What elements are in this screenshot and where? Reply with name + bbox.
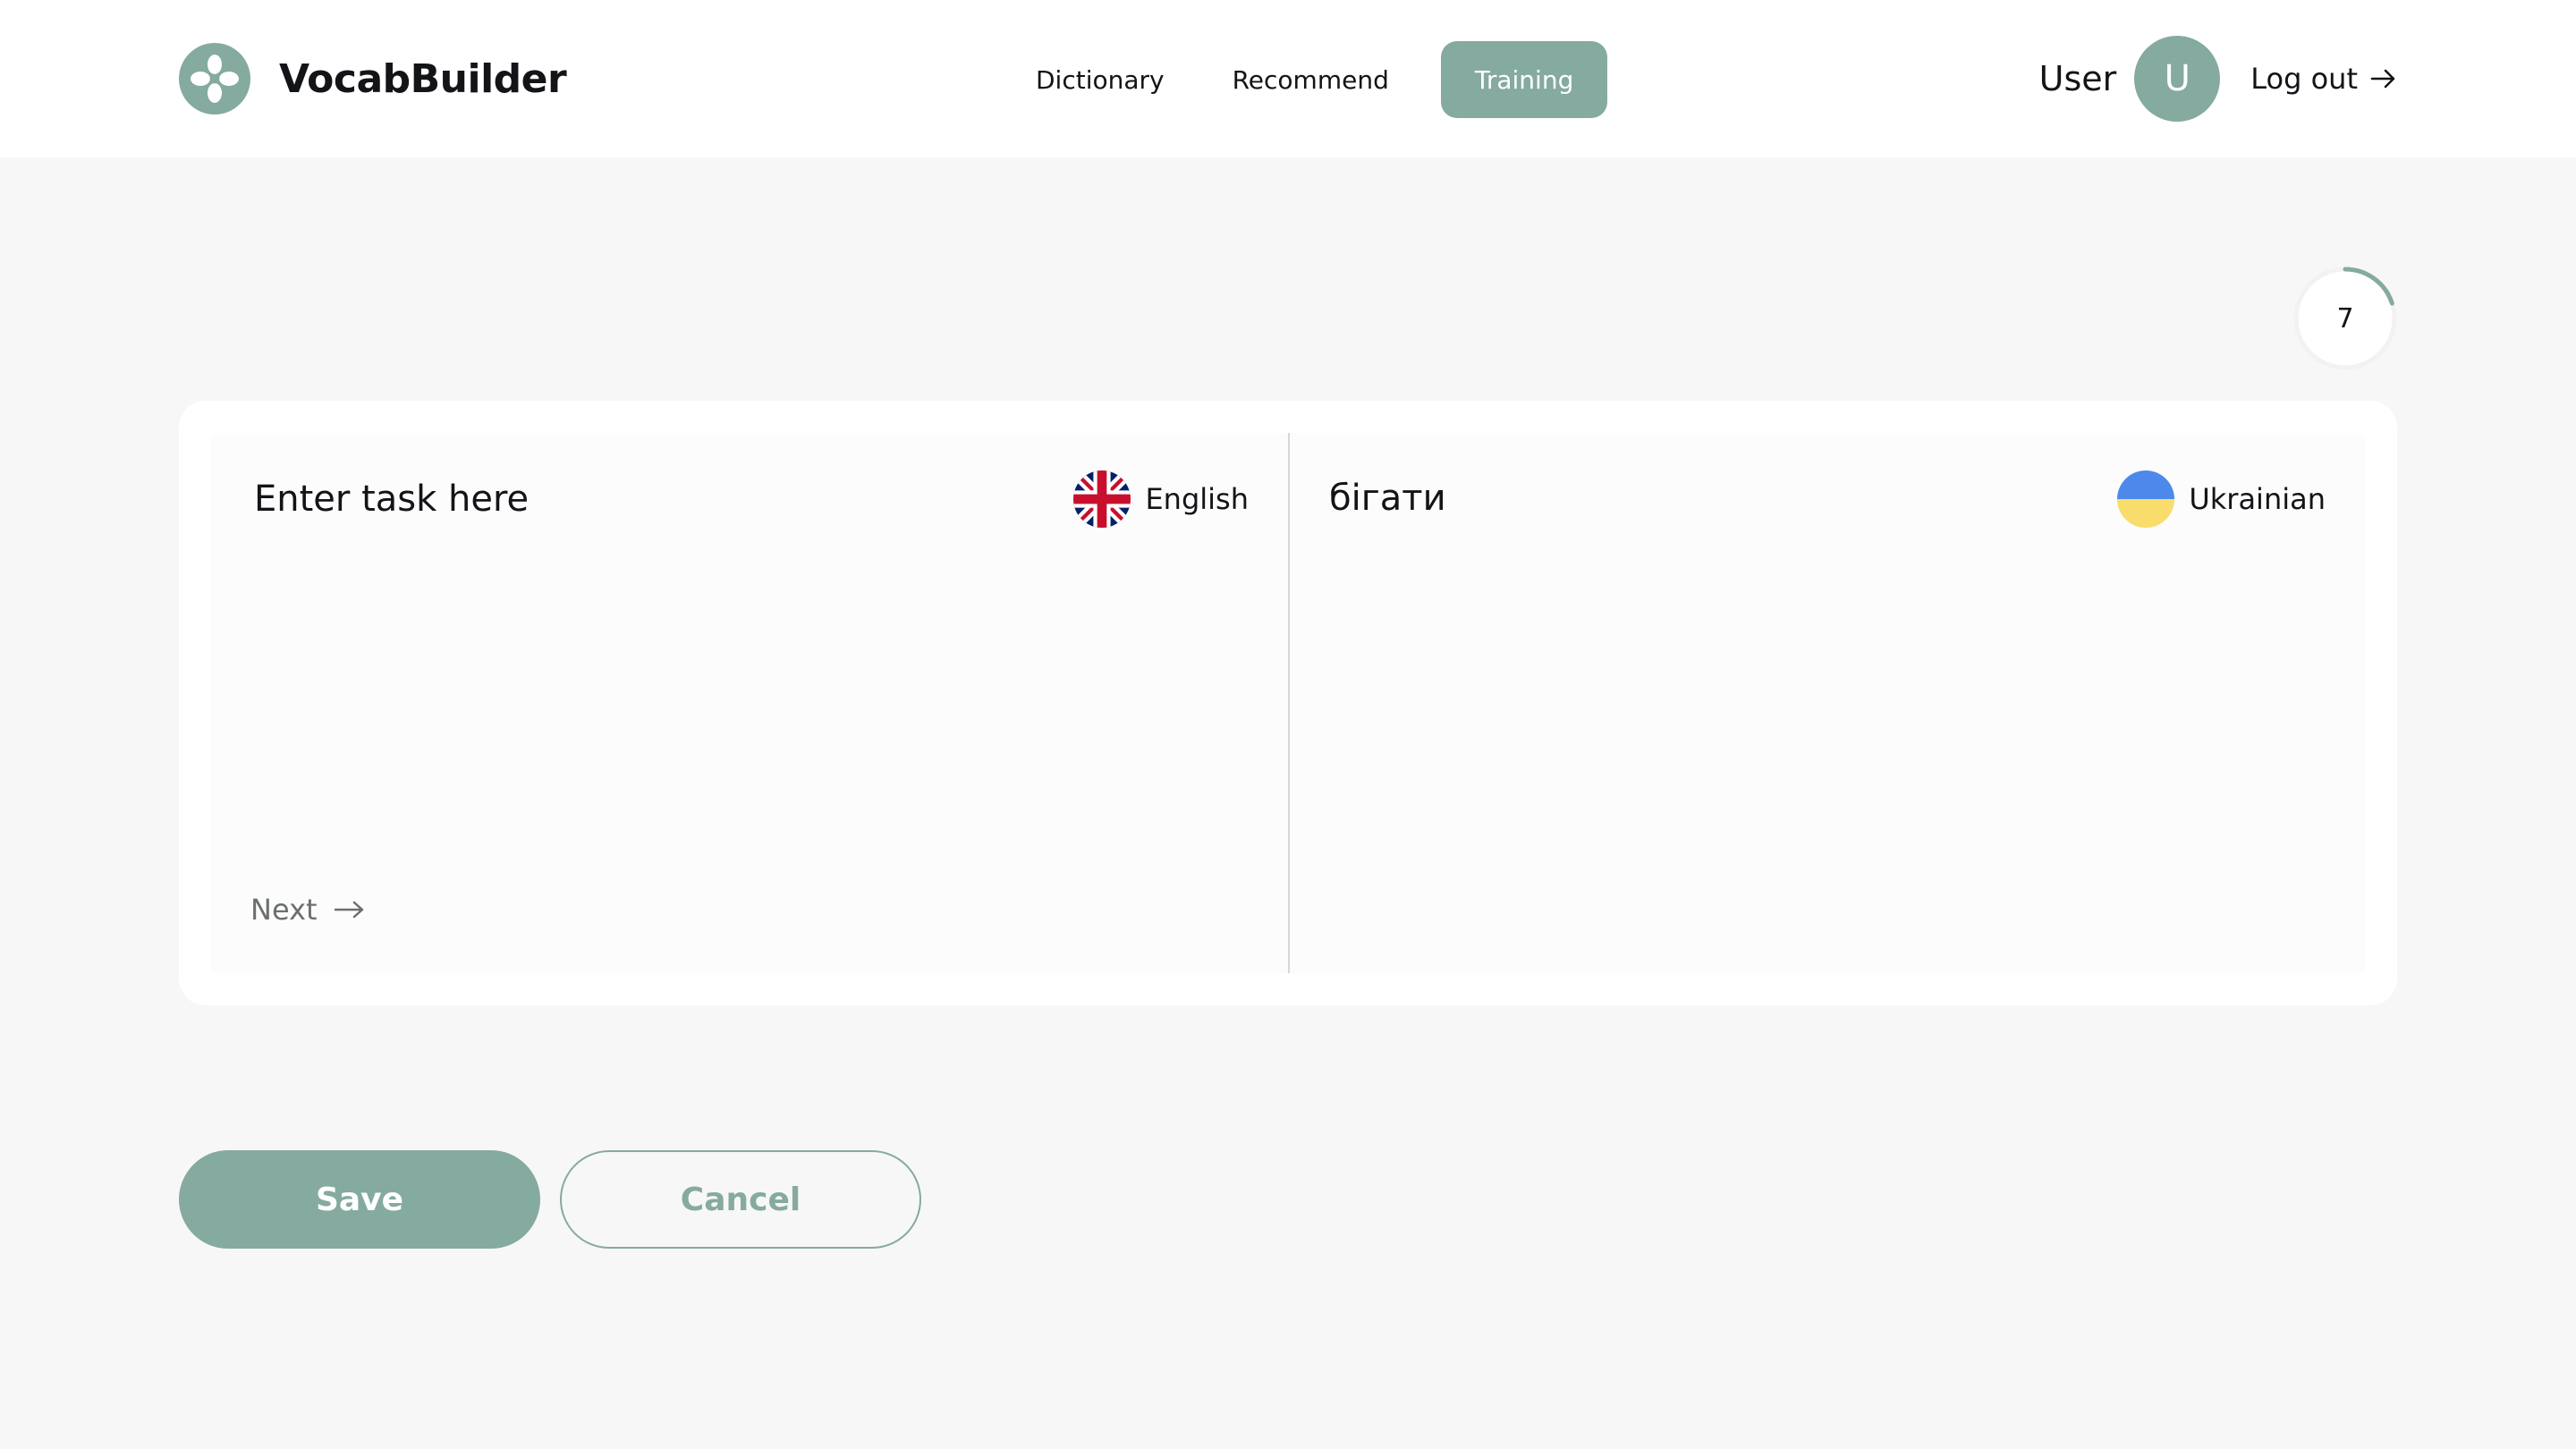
nav-training[interactable]: Training xyxy=(1440,41,1608,118)
target-panel: бігати Ukrainian xyxy=(1290,433,2365,973)
progress-circle: 7 xyxy=(2293,267,2397,370)
training-card: English Next бігати Ukrainian xyxy=(179,401,2397,1005)
target-word: бігати xyxy=(1329,478,1446,519)
clover-icon xyxy=(179,43,250,114)
target-language: Ukrainian xyxy=(2117,470,2326,528)
source-panel: English Next xyxy=(211,433,1290,973)
nav-dictionary[interactable]: Dictionary xyxy=(1002,41,1199,118)
avatar-initial: U xyxy=(2164,58,2190,99)
next-button[interactable]: Next xyxy=(250,893,366,927)
avatar[interactable]: U xyxy=(2134,36,2221,122)
cancel-button[interactable]: Cancel xyxy=(560,1150,921,1249)
save-button[interactable]: Save xyxy=(179,1150,540,1249)
arrow-right-icon xyxy=(2370,68,2397,89)
header: VocabBuilder Dictionary Recommend Traini… xyxy=(0,0,2576,157)
logout-label: Log out xyxy=(2250,62,2358,96)
nav-recommend[interactable]: Recommend xyxy=(1199,41,1423,118)
uk-flag-icon xyxy=(1073,470,1131,528)
arrow-right-icon xyxy=(334,899,366,920)
user-area: User U Log out xyxy=(2039,36,2397,122)
logout-button[interactable]: Log out xyxy=(2250,62,2397,96)
source-language: English xyxy=(1073,470,1249,528)
task-input[interactable] xyxy=(254,472,1023,526)
user-name: User xyxy=(2038,59,2117,98)
main-nav: Dictionary Recommend Training xyxy=(1002,41,1608,118)
source-language-name: English xyxy=(1145,482,1249,516)
app-name: VocabBuilder xyxy=(279,55,567,102)
next-label: Next xyxy=(250,893,318,927)
logo[interactable]: VocabBuilder xyxy=(179,43,567,114)
target-language-name: Ukrainian xyxy=(2189,482,2326,516)
ukraine-flag-icon xyxy=(2117,470,2175,528)
progress-value: 7 xyxy=(2336,302,2354,335)
